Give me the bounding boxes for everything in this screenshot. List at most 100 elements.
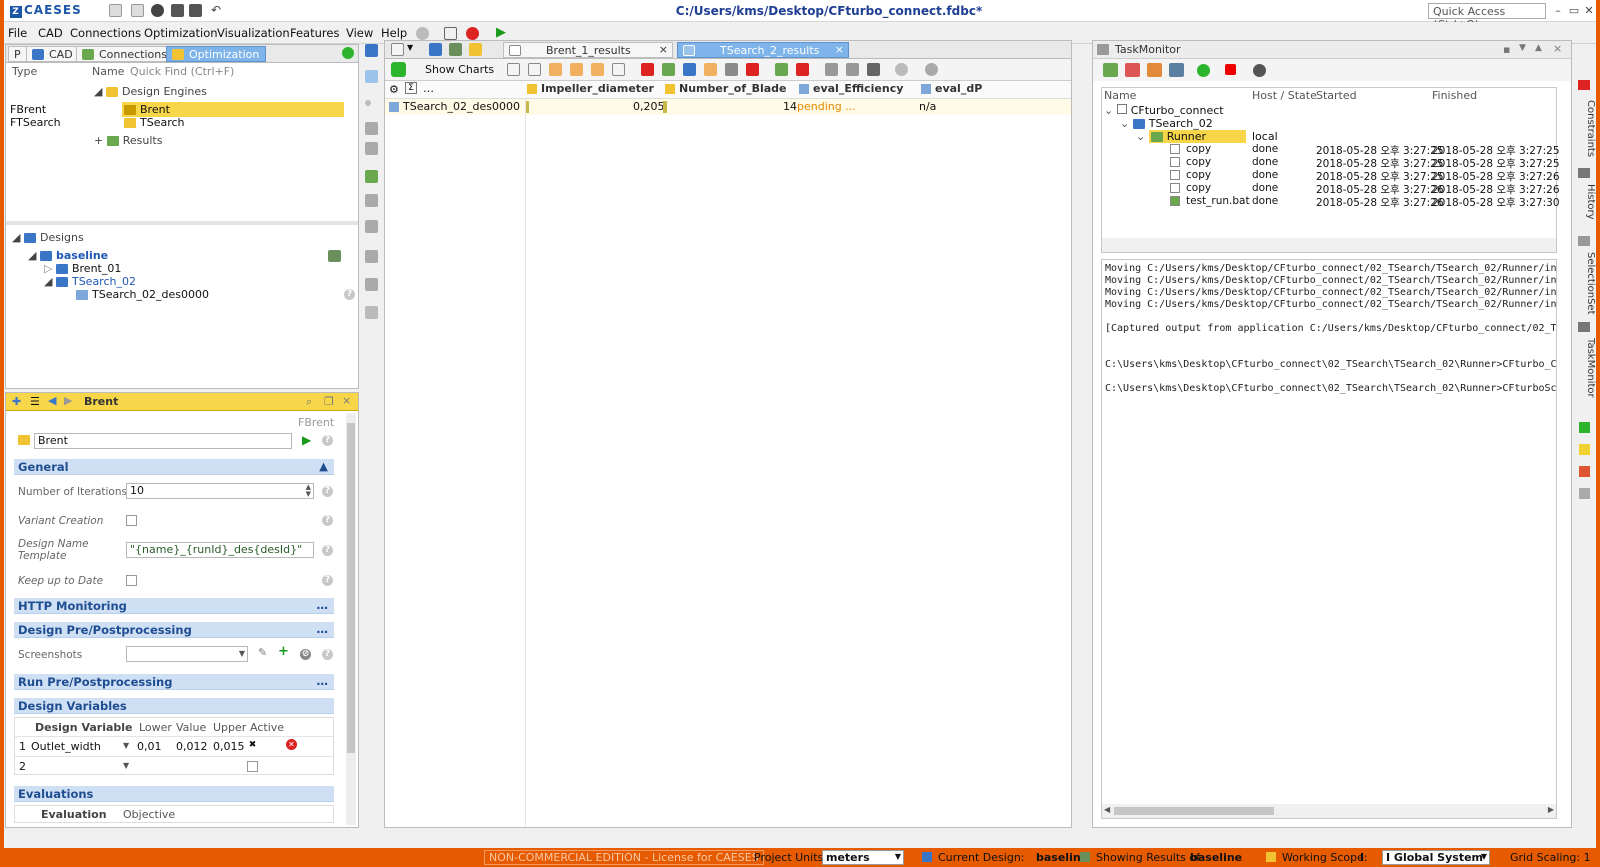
spinner-icon[interactable]: ▲ ▼ (306, 484, 311, 498)
close-panel-icon[interactable]: × (342, 394, 351, 407)
task-row[interactable]: copy done 2018-05-28 오후 3:27:25 2018-05-28 … (1102, 156, 1560, 170)
filter-orange-icon[interactable] (704, 63, 717, 76)
grey-marker-icon[interactable] (1579, 488, 1590, 499)
remove-icon[interactable]: ⊘ (300, 649, 311, 660)
help-icon[interactable]: ? (322, 515, 333, 526)
task-row[interactable]: test_run.bat done 2018-05-28 오후 3:27:26 201… (1102, 195, 1560, 209)
design-des0000[interactable]: TSearch_02_des0000 (76, 288, 209, 301)
green-marker-icon[interactable] (1579, 422, 1590, 433)
task-row[interactable]: copy done 2018-05-28 오후 3:27:25 2018-05-28 … (1102, 169, 1560, 183)
sum-icon[interactable]: Σ (405, 82, 417, 94)
quick-find-input[interactable]: Quick Find (Ctrl+F) (130, 65, 234, 78)
help-icon[interactable]: ? (322, 435, 333, 446)
window-icon[interactable] (444, 27, 457, 40)
export-icon[interactable] (846, 63, 859, 76)
folder-icon[interactable] (365, 44, 378, 57)
col-eval-dp[interactable]: eval_dP (935, 82, 982, 95)
yellow-marker-icon[interactable] (1579, 444, 1590, 455)
close-tab-icon[interactable]: × (659, 43, 668, 56)
minimize-button[interactable]: – (1550, 3, 1566, 19)
solid-icon[interactable] (365, 194, 378, 207)
expand-icon[interactable]: ◢ (94, 85, 106, 98)
clear-icon[interactable] (895, 63, 908, 76)
section-design-variables[interactable]: Design Variables (14, 698, 334, 714)
back-icon[interactable]: ◀ (48, 394, 56, 407)
expand-icon[interactable]: ⌄ (1120, 117, 1133, 130)
optimization-icon[interactable] (469, 43, 482, 56)
close-tab-icon[interactable]: × (835, 43, 844, 56)
help-icon[interactable]: ? (322, 545, 333, 556)
side-tab-history[interactable]: History (1578, 184, 1596, 220)
section-prepost[interactable]: Design Pre/Postprocessing… (14, 622, 334, 638)
settings-icon[interactable]: ⚙ (389, 83, 399, 96)
tool-icon[interactable] (365, 306, 378, 319)
scrollbar-thumb[interactable] (1114, 807, 1274, 815)
pin-icon[interactable]: ✚ (12, 395, 21, 408)
surface-icon[interactable] (365, 142, 378, 155)
abort-icon[interactable] (1125, 63, 1140, 77)
htm-icon[interactable] (591, 63, 604, 76)
tab-brent-results[interactable]: Brent_1_results × (503, 42, 673, 58)
maximize-icon[interactable]: ▲ (1535, 43, 1542, 53)
dv-name[interactable]: Outlet_width (31, 740, 101, 753)
grid-icon[interactable] (775, 63, 788, 76)
chevron-down-icon[interactable]: ▼ (239, 648, 245, 660)
expand-icon[interactable]: … (317, 598, 329, 612)
stop-icon[interactable] (1225, 64, 1236, 75)
engine-brent[interactable]: Brent (122, 102, 344, 117)
flag-icon[interactable] (746, 63, 759, 76)
menu-features[interactable]: Features (290, 26, 339, 40)
float-icon[interactable]: ❐ (324, 395, 334, 408)
tab-connections[interactable]: Connections (76, 46, 174, 62)
designs-root[interactable]: ◢ Designs (12, 231, 84, 244)
help-icon[interactable]: ? (322, 649, 333, 660)
chevron-down-icon[interactable]: ▼ (1519, 43, 1526, 53)
delete-icon[interactable]: ✕ (286, 739, 297, 750)
menu-connections[interactable]: Connections (70, 26, 141, 40)
expand-icon[interactable]: … (317, 622, 329, 636)
expand-plus-icon[interactable]: + (94, 134, 107, 147)
scroll-left-icon[interactable]: ◀ (1104, 805, 1110, 814)
stop-icon[interactable] (466, 27, 479, 40)
design-tsearch02[interactable]: ◢ TSearch_02 (44, 275, 136, 288)
pause-icon[interactable] (1147, 63, 1162, 77)
screenshots-dropdown[interactable]: ▼ (126, 646, 248, 662)
units-dropdown[interactable]: meters ▼ (822, 850, 904, 865)
section-general[interactable]: General ▲ (14, 459, 334, 475)
menu-view[interactable]: View (346, 26, 373, 40)
view-icon[interactable] (391, 43, 404, 56)
section-http[interactable]: HTTP Monitoring… (14, 598, 334, 614)
filter-green-icon[interactable] (662, 63, 675, 76)
col-eval-efficiency[interactable]: eval_Efficiency (813, 82, 903, 95)
filter-grey-icon[interactable] (725, 63, 738, 76)
add-icon[interactable]: + (278, 644, 289, 659)
scrollbar-thumb[interactable] (347, 423, 355, 753)
tab-cad[interactable]: CAD (26, 46, 80, 62)
filter-red-icon[interactable] (641, 63, 654, 76)
point-icon[interactable] (365, 100, 371, 106)
menu-cad[interactable]: CAD (38, 26, 63, 40)
template-field[interactable]: "{name}_{runId}_des{desId}" (126, 542, 314, 558)
forward-icon[interactable]: ▶ (64, 394, 72, 407)
design-baseline[interactable]: ◢ baseline (28, 249, 108, 262)
dv-lower[interactable]: 0,01 (137, 740, 162, 753)
close-window-button[interactable]: ✕ (1581, 3, 1596, 19)
import-icon[interactable] (825, 63, 838, 76)
run-icon[interactable]: ▶ (496, 25, 506, 40)
expand-icon[interactable]: … (317, 674, 329, 688)
refresh-icon[interactable] (391, 62, 406, 77)
table-row[interactable]: 2 ▼ (15, 756, 333, 776)
collapse-icon[interactable]: ▷ (44, 262, 56, 275)
curve-icon[interactable] (365, 122, 378, 135)
keep-checkbox[interactable] (126, 575, 137, 586)
side-tab-taskmonitor[interactable]: TaskMonitor (1578, 338, 1596, 398)
tab-optimization[interactable]: Optimization (166, 46, 267, 62)
measure-icon[interactable] (365, 250, 378, 263)
dv-value[interactable]: 0,012 (176, 740, 208, 753)
iterations-field[interactable]: 10 ▲ ▼ (126, 483, 314, 499)
col-number-of-blade[interactable]: Number_of_Blade (679, 82, 787, 95)
chevron-down-icon[interactable]: ▼ (407, 43, 413, 52)
help-icon[interactable] (416, 27, 429, 40)
dv-upper[interactable]: 0,015 (213, 740, 245, 753)
expand-icon[interactable]: ◢ (28, 249, 40, 262)
